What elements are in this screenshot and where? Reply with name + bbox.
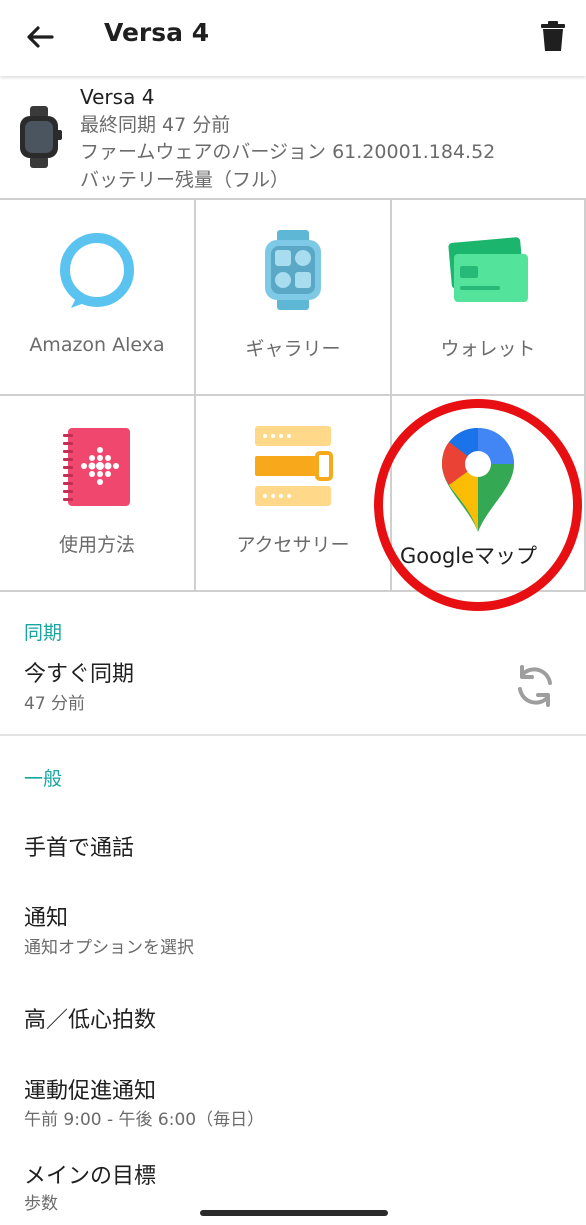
tile-gallery[interactable]: ギャラリー (196, 200, 392, 396)
firmware-text: ファームウェアのバージョン 61.20001.184.52 (80, 141, 496, 163)
tile-wallet[interactable]: ウォレット (392, 200, 586, 396)
gesture-nav-bar[interactable] (200, 1210, 388, 1216)
highlight-circle (374, 399, 582, 611)
list-item-title: 通知 (24, 906, 69, 931)
list-item-subtitle: 通知オプションを選択 (24, 938, 194, 958)
device-info: Versa 4 最終同期 47 分前 ファームウェアのバージョン 61.2000… (0, 78, 586, 198)
sync-now-subtitle: 47 分前 (24, 694, 86, 714)
tile-manual[interactable]: 使用方法 (0, 396, 196, 592)
app-bar: Versa 4 (0, 0, 586, 76)
wallet-cards-icon (448, 237, 528, 302)
tile-label: ギャラリー (245, 338, 341, 360)
manual-notebook-icon (63, 428, 130, 506)
list-item-title: 運動促進通知 (24, 1079, 157, 1104)
section-header-general: 一般 (24, 768, 63, 790)
list-item-title: 高／低心拍数 (24, 1008, 157, 1033)
tile-label: Amazon Alexa (29, 334, 165, 356)
battery-text: バッテリー残量（フル） (80, 168, 290, 191)
accessory-bands-icon (255, 426, 333, 506)
tile-label: ウォレット (440, 338, 536, 360)
alexa-icon (60, 233, 134, 308)
tile-accessories[interactable]: アクセサリー (196, 396, 392, 592)
sync-icon[interactable] (512, 663, 558, 709)
trash-icon[interactable] (538, 20, 568, 52)
sync-now-title: 今すぐ同期 (24, 662, 135, 687)
divider (0, 734, 586, 736)
device-name: Versa 4 (80, 85, 155, 109)
smartwatch-icon (20, 106, 62, 168)
watch-gallery-icon (265, 230, 321, 310)
list-item-subtitle: 午前 9:00 - 午後 6:00（毎日） (24, 1110, 265, 1130)
last-sync-text: 最終同期 47 分前 (80, 113, 231, 136)
tile-amazon-alexa[interactable]: Amazon Alexa (0, 200, 196, 396)
list-item-subtitle: 歩数 (24, 1194, 58, 1214)
tile-label: アクセサリー (236, 534, 350, 556)
arrow-back-icon[interactable] (22, 19, 58, 55)
list-item-title: メインの目標 (24, 1164, 157, 1189)
page-title: Versa 4 (104, 18, 210, 47)
tile-label: 使用方法 (58, 534, 135, 556)
list-item-title: 手首で通話 (24, 836, 135, 861)
section-header-sync: 同期 (24, 622, 63, 644)
